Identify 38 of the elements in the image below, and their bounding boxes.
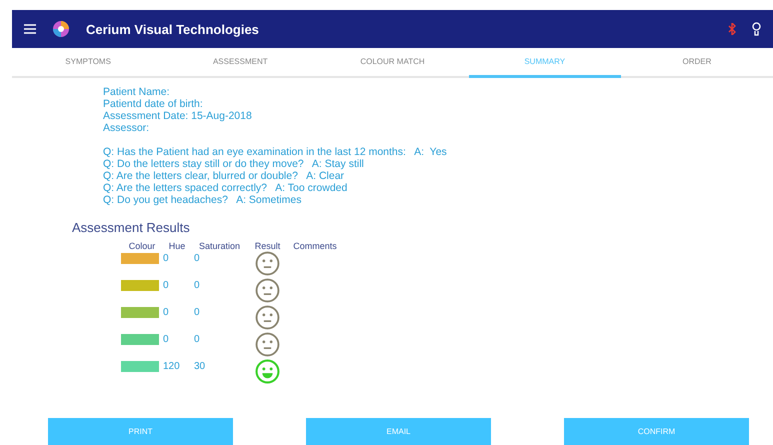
action-button[interactable]: EMAIL — [306, 418, 491, 445]
saturation-value: 0 — [193, 253, 201, 266]
hue-value: 0 — [163, 307, 170, 320]
saturation-value: 30 — [193, 361, 206, 374]
app-title: Cerium Visual Technologies — [86, 22, 259, 36]
saturation-value: 0 — [193, 307, 201, 320]
tab[interactable]: SUMMARY — [468, 48, 621, 78]
tab[interactable]: ORDER — [620, 48, 773, 78]
question-answer: Q: Are the letters clear, blurred or double? A: Clear — [103, 170, 346, 182]
section-title: Assessment Results — [72, 220, 191, 235]
hue-value: 0 — [163, 253, 170, 266]
patient-field: Assessment Date: 15-Aug-2018 — [103, 110, 773, 122]
patient-field: Assessor: — [103, 122, 773, 134]
bluetooth-icon[interactable] — [728, 23, 736, 35]
logo-icon — [52, 20, 70, 38]
question-answer: Q: Do you get headaches? A: Sometimes — [103, 194, 302, 206]
tab[interactable]: ASSESSMENT — [164, 48, 316, 78]
lightbulb-icon[interactable] — [752, 22, 761, 36]
hue-value: 0 — [163, 334, 170, 347]
tab[interactable]: SYMPTOMS — [12, 48, 164, 78]
saturation-value: 0 — [193, 280, 201, 293]
question-answer: Q: Has the Patient had an eye examination in the last 12 months: A: Yes — [103, 146, 448, 158]
patient-field: Patient Name: — [103, 86, 773, 98]
column-header: Comments — [292, 241, 338, 251]
hue-value: 0 — [163, 280, 170, 293]
saturation-value: 0 — [193, 334, 201, 347]
hue-value: 120 — [163, 361, 181, 374]
action-button[interactable]: CONFIRM — [564, 418, 749, 445]
question-answer: Q: Are the letters spaced correctly? A: Too crowded — [103, 182, 348, 194]
column-header: Saturation — [198, 241, 242, 251]
menu-icon[interactable] — [24, 24, 36, 34]
column-header: Result — [254, 241, 282, 251]
column-header: Hue — [168, 241, 186, 251]
patient-field: Patientd date of birth: — [103, 98, 773, 110]
question-answer: Q: Do the letters stay still or do they move? A: Stay still — [103, 158, 365, 170]
tab[interactable]: COLOUR MATCH — [316, 48, 469, 78]
action-button[interactable]: PRINT — [48, 418, 233, 445]
column-header: Colour — [128, 241, 156, 251]
